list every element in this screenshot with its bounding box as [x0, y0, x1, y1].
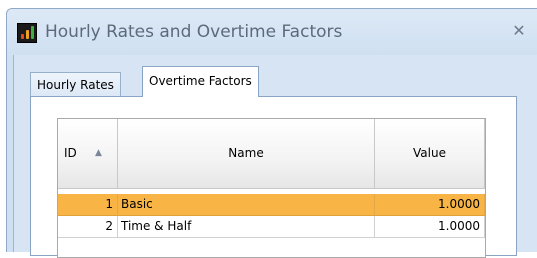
column-header-value[interactable]: Value: [375, 119, 485, 189]
column-header-id-label: ID: [64, 146, 77, 160]
title-bar[interactable]: Hourly Rates and Overtime Factors ✕: [7, 9, 537, 55]
table-row[interactable]: 2 Time & Half 1.0000: [58, 216, 485, 238]
cell-name[interactable]: Basic: [118, 194, 375, 216]
tab-overtime-factors[interactable]: Overtime Factors: [142, 66, 259, 97]
cell-id[interactable]: 2: [58, 216, 118, 238]
cell-value[interactable]: 1.0000: [375, 194, 485, 216]
cell-id[interactable]: 1: [58, 194, 118, 216]
window-title: Hourly Rates and Overtime Factors: [45, 22, 343, 42]
overtime-factors-grid: ID ▲ Name Value 1 Basic 1.0000 2 Time & …: [57, 118, 486, 258]
table-row[interactable]: 1 Basic 1.0000: [58, 194, 485, 216]
chart-app-icon: [17, 23, 37, 43]
column-header-name[interactable]: Name: [118, 119, 375, 189]
tab-hourly-rates[interactable]: Hourly Rates: [30, 72, 121, 98]
cell-value[interactable]: 1.0000: [375, 216, 485, 238]
column-header-id[interactable]: ID ▲: [58, 119, 118, 189]
cell-name[interactable]: Time & Half: [118, 216, 375, 238]
sort-ascending-icon: ▲: [95, 148, 102, 158]
close-icon[interactable]: ✕: [509, 21, 529, 41]
